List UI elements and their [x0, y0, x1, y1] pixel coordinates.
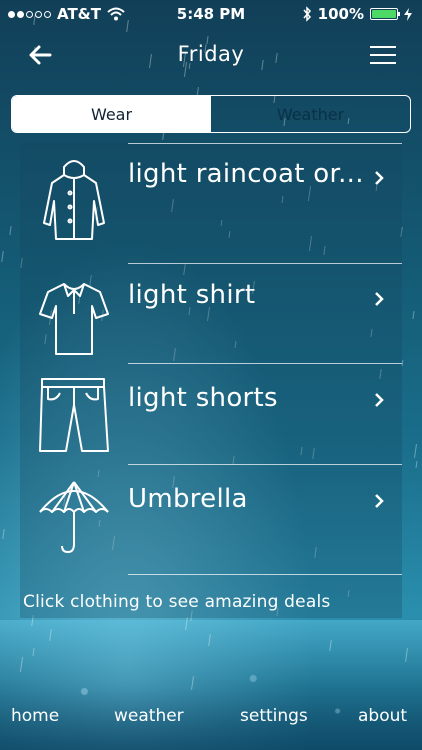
shirt-icon — [39, 283, 109, 355]
hamburger-menu-icon[interactable] — [370, 46, 396, 66]
bluetooth-icon — [303, 6, 311, 22]
charging-icon — [404, 7, 412, 21]
nav-bar: Friday — [0, 30, 422, 82]
tab-bar: home weather settings about — [0, 706, 422, 736]
status-bar: AT&T 5:48 PM 100% — [0, 0, 422, 28]
list-item-label: Umbrella — [128, 484, 248, 514]
tab-about[interactable]: about — [358, 706, 407, 726]
wear-weather-segmented-control: Wear Weather — [11, 95, 411, 133]
umbrella-icon — [39, 481, 109, 553]
chevron-right-icon — [375, 494, 384, 508]
clothing-list: light raincoat or... light shirt light s… — [20, 143, 402, 618]
list-item-raincoat[interactable]: light raincoat or... — [20, 143, 402, 264]
page-title: Friday — [177, 42, 245, 66]
battery-percent: 100% — [317, 5, 364, 23]
list-item-label: light shirt — [128, 280, 256, 310]
deals-hint: Click clothing to see amazing deals — [23, 592, 331, 612]
chevron-right-icon — [375, 393, 384, 407]
chevron-right-icon — [375, 292, 384, 306]
list-item-umbrella[interactable]: Umbrella — [20, 466, 402, 575]
battery-icon — [370, 8, 400, 20]
segment-weather[interactable]: Weather — [211, 96, 410, 132]
segment-wear[interactable]: Wear — [12, 96, 211, 132]
list-item-shirt[interactable]: light shirt — [20, 264, 402, 364]
divider — [128, 363, 402, 364]
list-item-label: light raincoat or... — [128, 159, 364, 189]
divider — [128, 574, 402, 575]
chevron-right-icon — [375, 171, 384, 185]
tab-home[interactable]: home — [11, 706, 59, 726]
raincoat-icon — [43, 160, 105, 240]
divider — [128, 464, 402, 465]
shorts-icon — [39, 378, 109, 452]
tab-settings[interactable]: settings — [240, 706, 308, 726]
tab-weather[interactable]: weather — [114, 706, 184, 726]
list-item-shorts[interactable]: light shorts — [20, 365, 402, 465]
list-item-label: light shorts — [128, 383, 278, 413]
